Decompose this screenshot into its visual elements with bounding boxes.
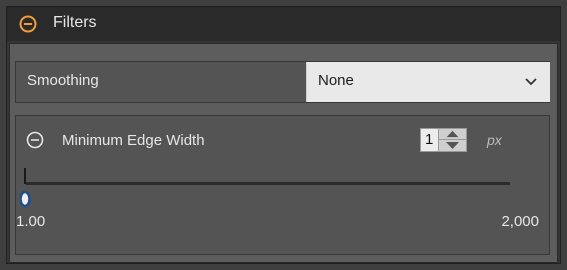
collapse-filters-icon[interactable] — [19, 15, 37, 33]
smoothing-selected-value: None — [318, 72, 354, 89]
smoothing-row: Smoothing None — [15, 61, 550, 103]
collapse-edge-width-icon[interactable] — [26, 131, 44, 149]
spin-down-icon[interactable] — [439, 140, 466, 151]
minimum-edge-width-group: Minimum Edge Width 1 px 1.00 2,000 — [15, 115, 550, 255]
filters-header[interactable]: Filters — [7, 7, 560, 41]
filters-title: Filters — [53, 14, 97, 31]
edge-width-value[interactable]: 1 — [425, 131, 433, 148]
slider-min-label: 1.00 — [16, 213, 46, 230]
filters-panel: Filters Smoothing None Minimum Edge Widt… — [6, 6, 561, 264]
edge-width-slider-track[interactable] — [26, 182, 510, 185]
spinner-arrows — [438, 129, 466, 151]
chevron-down-icon — [525, 78, 537, 86]
filters-body: Smoothing None Minimum Edge Width 1 px 1… — [9, 43, 558, 263]
smoothing-label: Smoothing — [27, 72, 99, 89]
spin-up-icon[interactable] — [439, 129, 466, 140]
slider-handle[interactable] — [20, 166, 36, 210]
slider-max-label: 2,000 — [501, 213, 539, 230]
smoothing-select[interactable]: None — [306, 62, 550, 102]
minimum-edge-width-title: Minimum Edge Width — [62, 132, 205, 149]
edge-width-spinner[interactable]: 1 — [420, 128, 467, 152]
unit-label: px — [487, 132, 502, 148]
